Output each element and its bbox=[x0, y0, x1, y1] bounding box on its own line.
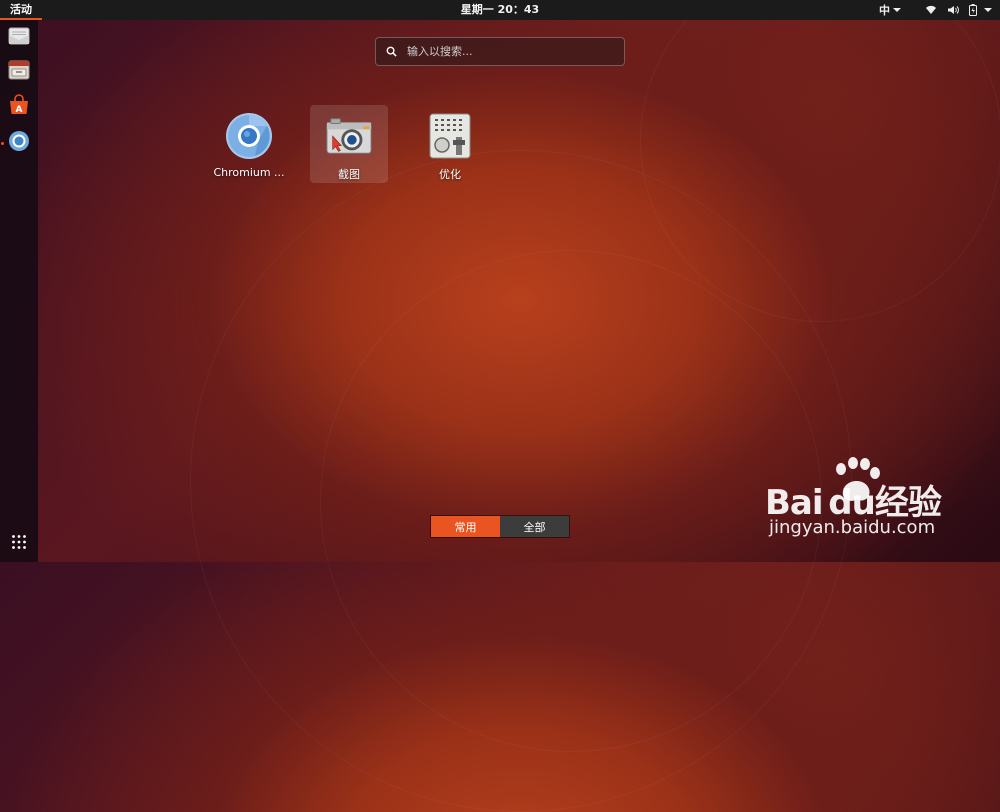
dock-software-center[interactable]: A bbox=[4, 92, 34, 122]
input-method-menu[interactable]: 中 bbox=[879, 2, 901, 18]
software-center-icon: A bbox=[7, 93, 31, 121]
app-label: 优化 bbox=[439, 168, 461, 181]
show-applications-button[interactable] bbox=[3, 528, 35, 560]
dock: A bbox=[0, 20, 38, 562]
input-method-label: 中 bbox=[879, 4, 890, 17]
dock-mail[interactable] bbox=[4, 23, 34, 53]
chromium-icon bbox=[225, 112, 273, 160]
tab-frequent[interactable]: 常用 bbox=[431, 516, 500, 537]
app-label: 截图 bbox=[338, 168, 360, 181]
app-tweaks[interactable]: 优化 bbox=[411, 105, 489, 183]
clock[interactable]: 星期一 20：43 bbox=[0, 0, 1000, 20]
clock-label: 星期一 20：43 bbox=[460, 3, 540, 16]
chevron-down-icon bbox=[893, 8, 901, 12]
search-input[interactable] bbox=[405, 44, 624, 59]
wallpaper-arc bbox=[320, 250, 822, 752]
system-tray[interactable]: 中 bbox=[879, 0, 992, 20]
tweaks-icon bbox=[426, 112, 474, 160]
mail-icon bbox=[7, 24, 31, 52]
dock-files[interactable] bbox=[4, 57, 34, 87]
app-label: Chromium ... bbox=[213, 166, 285, 179]
tab-all[interactable]: 全部 bbox=[500, 516, 569, 537]
watermark-url: jingyan.baidu.com bbox=[769, 517, 936, 538]
search-icon bbox=[386, 46, 397, 57]
grid-icon bbox=[11, 534, 27, 554]
app-chromium[interactable]: Chromium ... bbox=[210, 105, 288, 183]
system-menu-chevron-icon bbox=[984, 8, 992, 12]
wallpaper-arc bbox=[640, 0, 1000, 322]
baidu-watermark: Bai du经验 jingyan.baidu.com bbox=[765, 455, 955, 545]
volume-icon bbox=[947, 5, 959, 15]
battery-icon bbox=[969, 4, 977, 16]
wallpaper-arc bbox=[190, 150, 852, 812]
dock-chromium[interactable] bbox=[4, 128, 34, 158]
svg-text:A: A bbox=[16, 105, 23, 115]
camera-icon bbox=[325, 112, 373, 160]
wifi-icon bbox=[925, 5, 937, 15]
running-indicator bbox=[1, 142, 4, 145]
chromium-icon bbox=[7, 129, 31, 157]
app-screenshot[interactable]: 截图 bbox=[310, 105, 388, 183]
files-icon bbox=[7, 58, 31, 86]
search-box[interactable] bbox=[375, 37, 625, 66]
app-view-switcher: 常用 全部 bbox=[430, 515, 570, 538]
top-bar: 活动 星期一 20：43 中 bbox=[0, 0, 1000, 20]
